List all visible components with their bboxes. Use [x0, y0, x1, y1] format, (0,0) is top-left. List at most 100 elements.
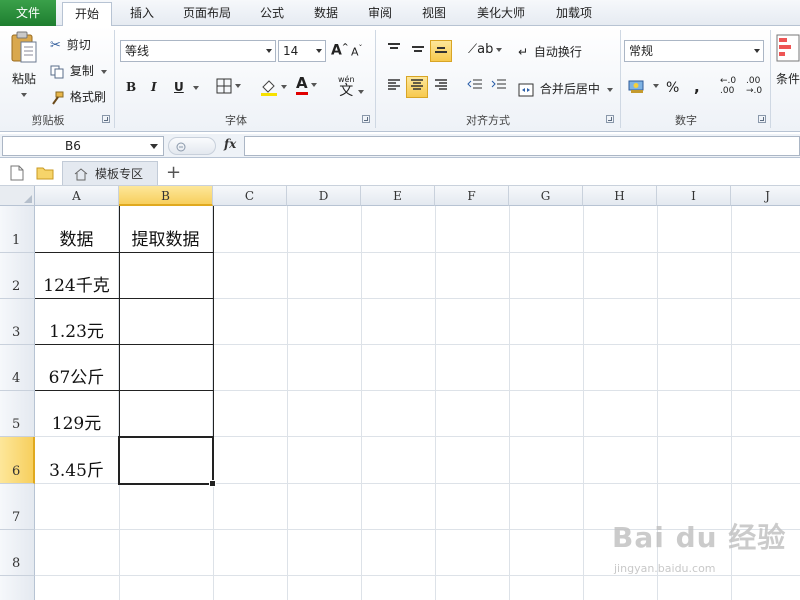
cut-button[interactable]: ✂ 剪切 — [50, 36, 91, 53]
document-tabs-bar: 模板专区 + — [0, 160, 800, 186]
bold-button[interactable]: B — [126, 80, 136, 94]
formula-bar-toggle[interactable] — [168, 137, 216, 155]
paint-bucket-icon — [261, 80, 277, 96]
name-box[interactable]: B6 — [2, 136, 164, 156]
tab-formulas[interactable]: 公式 — [250, 2, 294, 26]
font-color-button[interactable]: A — [296, 74, 317, 95]
row-header-5[interactable]: 5 — [0, 391, 35, 437]
clipboard-dialog-launcher[interactable] — [102, 115, 110, 123]
percent-button[interactable]: % — [666, 80, 679, 96]
row-header-4[interactable]: 4 — [0, 345, 35, 391]
name-box-value: B6 — [65, 139, 81, 153]
align-right-icon — [435, 79, 447, 90]
column-header-c[interactable]: C — [213, 186, 287, 206]
decrease-indent-button[interactable] — [464, 76, 486, 98]
border-grid-icon — [216, 78, 232, 94]
column-header-a[interactable]: A — [35, 186, 119, 206]
format-painter-label: 格式刷 — [69, 90, 106, 104]
row-header-2[interactable]: 2 — [0, 253, 35, 299]
copy-button[interactable]: 复制 — [50, 62, 107, 79]
increase-decimal-button[interactable]: ←.0 .00 — [720, 76, 736, 96]
row-header-7[interactable]: 7 — [0, 484, 35, 530]
accounting-format-button[interactable] — [628, 78, 659, 94]
comma-style-button[interactable]: , — [694, 78, 700, 96]
number-dialog-launcher[interactable] — [758, 115, 766, 123]
tab-view[interactable]: 视图 — [412, 2, 456, 26]
insert-function-button[interactable]: fx — [224, 137, 236, 151]
format-painter-button[interactable]: 格式刷 — [50, 88, 106, 105]
align-bottom-button[interactable] — [430, 40, 452, 62]
name-box-dropdown-arrow[interactable] — [150, 144, 158, 149]
wrap-text-button[interactable]: ↵ 自动换行 — [518, 43, 582, 60]
formula-input[interactable] — [244, 136, 800, 156]
align-left-button[interactable] — [383, 76, 405, 98]
number-format-select[interactable]: 常规 — [624, 40, 764, 62]
paste-icon — [11, 31, 37, 63]
row-header-3[interactable]: 3 — [0, 299, 35, 345]
phonetic-guide-button[interactable]: wén 文 — [338, 76, 364, 98]
column-header-g[interactable]: G — [509, 186, 583, 206]
align-center-button[interactable] — [406, 76, 428, 98]
column-header-f[interactable]: F — [435, 186, 509, 206]
select-all-corner[interactable] — [0, 186, 35, 206]
paste-button[interactable]: 粘贴 — [6, 30, 42, 110]
cut-label: 剪切 — [66, 38, 91, 52]
row-header-1[interactable]: 1 — [0, 206, 35, 253]
shrink-font-button[interactable]: Aˇ — [351, 44, 363, 59]
watermark-url: jingyan.baidu.com — [614, 562, 716, 575]
borders-button[interactable] — [216, 78, 241, 94]
copy-label: 复制 — [69, 64, 94, 78]
currency-icon — [628, 80, 644, 93]
column-header-h[interactable]: H — [583, 186, 657, 206]
underline-button[interactable]: U — [174, 80, 184, 94]
row-header-9[interactable] — [0, 576, 35, 600]
column-header-d[interactable]: D — [287, 186, 361, 206]
file-menu-tab[interactable]: 文件 — [0, 0, 56, 26]
active-cell-selection[interactable] — [118, 436, 216, 487]
align-center-icon — [411, 79, 423, 90]
underline-dropdown-arrow[interactable] — [193, 86, 199, 90]
tab-home[interactable]: 开始 — [62, 2, 112, 27]
conditional-formatting-button[interactable]: 条件 — [776, 34, 800, 87]
font-dialog-launcher[interactable] — [362, 115, 370, 123]
conditional-format-icon — [776, 34, 800, 62]
home-icon — [74, 168, 88, 181]
wrap-text-icon: ↵ — [518, 45, 529, 59]
copy-dropdown-arrow[interactable] — [100, 69, 107, 74]
column-header-e[interactable]: E — [361, 186, 435, 206]
grow-font-button[interactable]: A^ — [331, 42, 349, 59]
tab-data[interactable]: 数据 — [304, 2, 348, 26]
row-header-8[interactable]: 8 — [0, 530, 35, 576]
column-header-b[interactable]: B — [119, 186, 213, 206]
column-header-i[interactable]: I — [657, 186, 731, 206]
merge-center-button[interactable]: 合并后居中 — [518, 80, 613, 97]
tab-template-zone[interactable]: 模板专区 — [62, 161, 158, 185]
alignment-dialog-launcher[interactable] — [606, 115, 614, 123]
new-file-icon[interactable] — [10, 165, 24, 181]
align-middle-button[interactable] — [407, 40, 429, 62]
merge-center-label: 合并后居中 — [539, 82, 600, 96]
align-top-button[interactable] — [383, 40, 405, 62]
paste-dropdown-arrow[interactable] — [21, 92, 27, 97]
group-divider — [114, 30, 115, 128]
font-size-select[interactable]: 14 — [278, 40, 326, 62]
folder-icon[interactable] — [36, 166, 54, 180]
fill-color-button[interactable] — [260, 78, 287, 96]
group-divider — [375, 30, 376, 128]
italic-button[interactable]: I — [151, 80, 157, 94]
scissors-icon: ✂ — [50, 38, 61, 53]
tab-page-layout[interactable]: 页面布局 — [172, 2, 242, 26]
tab-beautify[interactable]: 美化大师 — [466, 2, 536, 26]
tab-addins[interactable]: 加载项 — [546, 2, 602, 26]
column-header-j[interactable]: J — [731, 186, 800, 206]
row-header-6[interactable]: 6 — [0, 437, 35, 484]
align-right-button[interactable] — [430, 76, 452, 98]
increase-indent-button[interactable] — [488, 76, 510, 98]
tab-insert[interactable]: 插入 — [120, 2, 164, 26]
add-tab-button[interactable]: + — [166, 162, 181, 183]
tab-review[interactable]: 审阅 — [358, 2, 402, 26]
decrease-decimal-button[interactable]: .00 →.0 — [746, 76, 762, 96]
text-orientation-button[interactable]: ⟋ab — [468, 42, 503, 57]
font-name-select[interactable]: 等线 — [120, 40, 276, 62]
font-color-icon: A — [296, 74, 308, 95]
